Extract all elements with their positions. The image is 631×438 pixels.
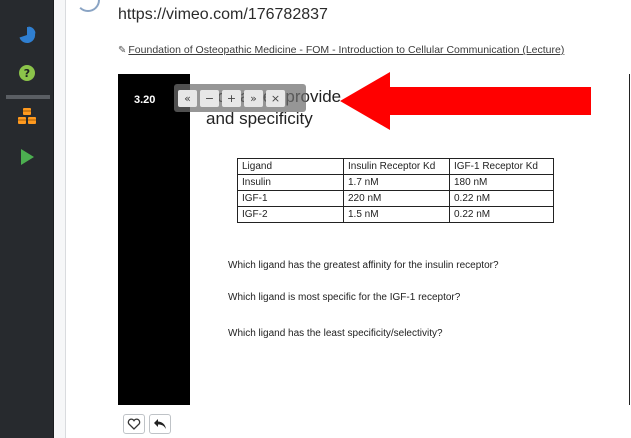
external-link-icon: ✎ (118, 45, 127, 56)
video-edge (629, 74, 630, 405)
help-icon: ? (19, 65, 35, 81)
heart-icon (127, 418, 141, 430)
table-row: IGF-1 220 nM 0.22 nM (237, 190, 554, 207)
sidebar-item-reports[interactable] (0, 16, 54, 54)
svg-text:?: ? (24, 67, 30, 80)
slide-number: 3.20 (134, 94, 156, 106)
rewind-button[interactable]: « (178, 89, 197, 107)
avatar (76, 0, 100, 12)
table-cell: 0.22 nM (449, 206, 554, 223)
lecture-link[interactable]: ✎ Foundation of Osteopathic Medicine - FO… (118, 44, 564, 56)
sidebar: ? (0, 0, 54, 438)
video-url[interactable]: https://vimeo.com/176782837 (118, 6, 328, 24)
table-header-cell: Ligand (237, 158, 344, 175)
table-cell: 180 nM (449, 174, 554, 191)
table-cell: 1.5 nM (343, 206, 450, 223)
minus-button[interactable]: − (200, 89, 219, 107)
table-cell: IGF-2 (237, 206, 344, 223)
table-row: IGF-2 1.5 nM 0.22 nM (237, 206, 554, 223)
ligand-table: Ligand Insulin Receptor Kd IGF-1 Recepto… (237, 158, 554, 223)
table-cell: IGF-1 (237, 190, 344, 207)
question-3: Which ligand has the least specificity/s… (228, 328, 443, 339)
table-cell: 1.7 nM (343, 174, 450, 191)
plus-button[interactable]: + (222, 89, 241, 107)
table-header-cell: IGF-1 Receptor Kd (449, 158, 554, 175)
lecture-link-text: Foundation of Osteopathic Medicine - FOM… (128, 44, 565, 56)
sidebar-item-modules[interactable] (0, 98, 54, 136)
video-letterbox (118, 74, 190, 405)
play-icon (21, 149, 34, 165)
table-cell: Insulin (237, 174, 344, 191)
table-header-row: Ligand Insulin Receptor Kd IGF-1 Recepto… (237, 158, 554, 175)
reply-button[interactable] (149, 414, 171, 434)
table-row: Insulin 1.7 nM 180 nM (237, 174, 554, 191)
pie-chart-icon (19, 26, 36, 43)
like-button[interactable] (123, 414, 145, 434)
table-cell: 0.22 nM (449, 190, 554, 207)
forward-button[interactable]: » (244, 89, 263, 107)
sidebar-item-help[interactable]: ? (0, 54, 54, 92)
table-header-cell: Insulin Receptor Kd (343, 158, 450, 175)
sidebar-gutter (54, 0, 66, 438)
red-arrow-annotation (340, 72, 591, 130)
reply-icon (154, 419, 166, 429)
cubes-icon (18, 108, 36, 124)
question-1: Which ligand has the greatest affinity f… (228, 260, 499, 271)
video-player[interactable]: 3.20 Kd values provide and specificity «… (118, 72, 630, 405)
close-button[interactable]: × (266, 89, 285, 107)
table-cell: 220 nM (343, 190, 450, 207)
question-2: Which ligand is most specific for the IG… (228, 292, 461, 303)
sidebar-item-play[interactable] (0, 138, 54, 176)
player-controls: « − + » × (174, 84, 306, 112)
